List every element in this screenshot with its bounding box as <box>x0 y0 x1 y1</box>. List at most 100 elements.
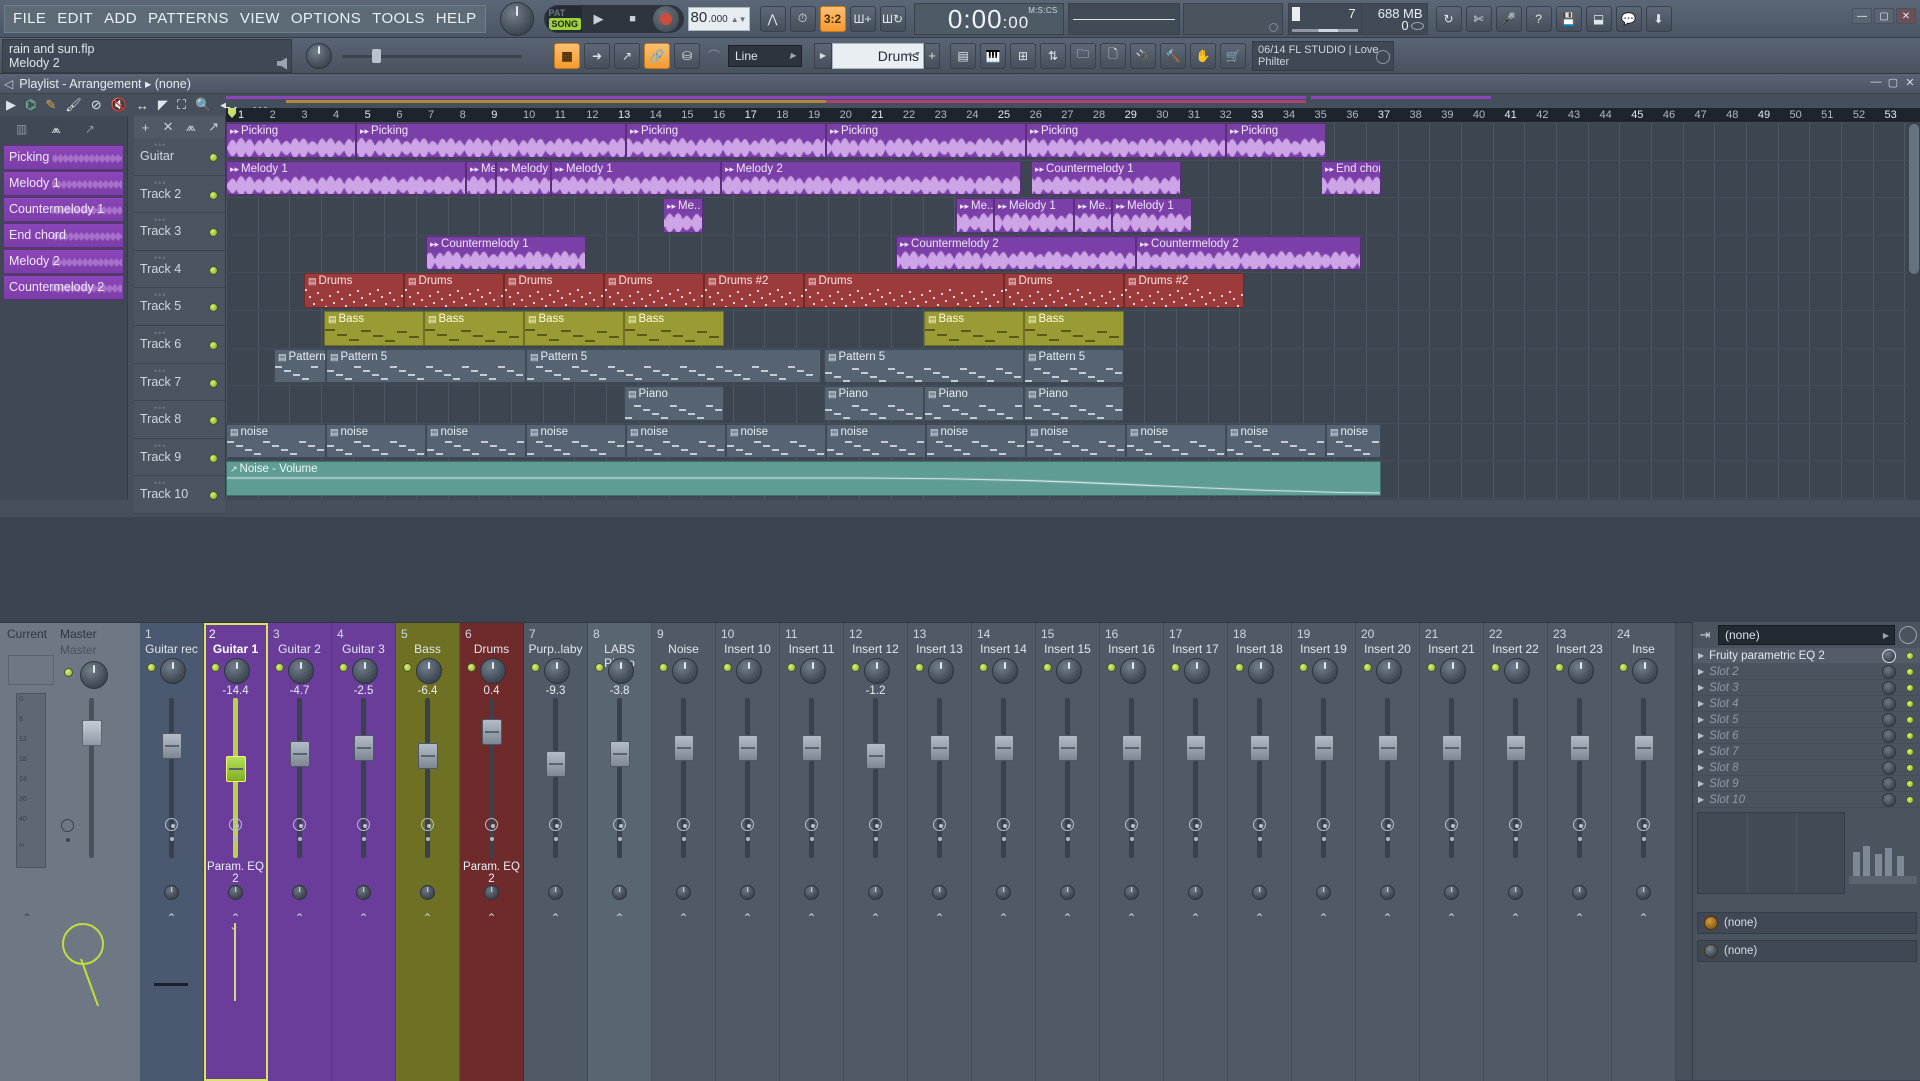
playlist-clip[interactable]: ▤ Bass <box>424 311 524 346</box>
mixer-strip[interactable]: 21 Insert 21 ⌃ <box>1420 623 1484 1081</box>
mixer-solo-dot[interactable] <box>874 837 878 841</box>
mixer-strip-led[interactable] <box>1171 663 1180 672</box>
playlist-clip[interactable]: ▤ noise <box>226 423 326 459</box>
mixer-send-knob[interactable] <box>804 885 819 900</box>
mixer-record-arm[interactable] <box>1061 818 1074 831</box>
menu-item-file[interactable]: FILE <box>13 10 46 27</box>
automation-icon[interactable]: ↗ <box>85 122 95 136</box>
mixer-volume-fader[interactable] <box>1378 735 1398 761</box>
metronome-icon[interactable]: ⋀ <box>759 5 786 32</box>
playlist-clip[interactable]: ▤ noise <box>926 423 1026 459</box>
microphone-icon[interactable]: 🎤 <box>1495 5 1522 32</box>
menu-item-patterns[interactable]: PATTERNS <box>148 10 229 27</box>
step-sequencer-icon[interactable]: ▦ <box>554 42 580 69</box>
fx-slot[interactable]: ▶ Slot 9 <box>1693 776 1920 792</box>
mixer-route-arrow[interactable]: ⌃ <box>652 911 715 925</box>
playlist-clip[interactable]: ▤ Drums #2 <box>1124 273 1244 308</box>
playlist-menu-icon[interactable]: ◁ <box>4 77 13 91</box>
playlist-clip[interactable]: ▤ noise <box>426 423 526 459</box>
mixer-strip[interactable]: 22 Insert 22 ⌃ <box>1484 623 1548 1081</box>
mixer-volume-fader[interactable] <box>1506 735 1526 761</box>
track-enable-led[interactable] <box>209 340 218 350</box>
mixer-strip[interactable]: 10 Insert 10 ⌃ <box>716 623 780 1081</box>
remove-track-button[interactable]: ✕ <box>157 116 180 138</box>
playlist-clip[interactable]: ▸▸Melody 1 <box>551 160 721 196</box>
mixer-volume-fader[interactable] <box>1570 735 1590 761</box>
time-display[interactable]: M:S:CS 0:00:00 <box>913 2 1064 35</box>
pattern-song-toggle[interactable]: PAT SONG <box>545 5 582 32</box>
playlist-clip[interactable]: ↗ Noise - Volume <box>226 461 1381 496</box>
playlist-clip[interactable]: ▸▸Me.. <box>663 198 703 233</box>
mixer-route-arrow[interactable]: ⌃ <box>332 911 395 925</box>
record-button[interactable] <box>652 5 679 32</box>
mixer-route-arrow[interactable]: ⌃ <box>1356 911 1419 925</box>
playlist-clip[interactable]: ▤ Pattern 5 <box>824 348 1024 384</box>
mixer-volume-fader[interactable] <box>738 735 758 761</box>
mixer-strip-led[interactable] <box>1107 663 1116 672</box>
mixer-solo-dot[interactable] <box>170 837 174 841</box>
mixer-volume-fader[interactable] <box>226 756 246 782</box>
mixer-strip-led[interactable] <box>979 663 988 672</box>
fx-slot[interactable]: ▶ Slot 7 <box>1693 744 1920 760</box>
mixer-volume-fader[interactable] <box>418 743 438 769</box>
mixer-volume-fader[interactable] <box>1186 735 1206 761</box>
mixer-record-arm[interactable] <box>1637 818 1650 831</box>
clock-icon[interactable] <box>1899 626 1917 644</box>
draw-tool-icon[interactable]: ➜ <box>584 42 610 69</box>
mixer-route-arrow[interactable]: ⌃ <box>1164 911 1227 925</box>
playlist-clip[interactable]: ▸▸ Countermelody 2 <box>896 235 1136 271</box>
mixer-solo-dot[interactable] <box>362 837 366 841</box>
mixer-solo-dot[interactable] <box>746 837 750 841</box>
mixer-strip-led[interactable] <box>467 663 476 672</box>
mixer-pan-knob[interactable] <box>544 658 570 684</box>
playlist-maximize[interactable]: ▢ <box>1886 76 1900 89</box>
download-icon[interactable]: ⬇ <box>1645 5 1672 32</box>
mixer-solo-dot[interactable] <box>1386 837 1390 841</box>
track-enable-led[interactable] <box>209 228 218 238</box>
hint-level-slider[interactable] <box>342 48 522 63</box>
playlist-clip[interactable]: ▤ Bass <box>524 311 624 346</box>
playlist-clip[interactable]: ▸▸Me.. <box>466 160 496 196</box>
headphones-icon[interactable]: ⌬ <box>25 97 36 113</box>
mixer-pan-knob[interactable] <box>992 658 1018 684</box>
mixer-strip[interactable]: 20 Insert 20 ⌃ <box>1356 623 1420 1081</box>
mixer-strip-led[interactable] <box>1043 663 1052 672</box>
playlist-clip[interactable]: ▤ Drums <box>804 273 1004 308</box>
overdub-icon[interactable]: Ш+ <box>849 5 876 32</box>
loop-record-icon[interactable]: Ш↻ <box>879 5 906 32</box>
mixer-strip[interactable]: 19 Insert 19 ⌃ <box>1292 623 1356 1081</box>
mixer-pan-knob[interactable] <box>864 658 890 684</box>
mixer-send-knob[interactable] <box>420 885 435 900</box>
mixer-route-arrow[interactable]: ⌃ <box>844 911 907 925</box>
save-icon[interactable]: 💾 <box>1555 5 1582 32</box>
close-button[interactable]: ✕ <box>1896 8 1916 24</box>
fx-slot[interactable]: ▶ Slot 10 <box>1693 792 1920 808</box>
playlist-track-header[interactable]: ••• Track 3 <box>134 213 225 251</box>
playlist-clip[interactable]: ▤ Drums <box>1004 273 1124 308</box>
mixer-route-arrow[interactable]: ⌃ <box>1228 911 1291 925</box>
mixer-solo-dot[interactable] <box>1450 837 1454 841</box>
fx-slot-led[interactable] <box>1906 652 1914 660</box>
fx-slot-led[interactable] <box>1906 668 1914 676</box>
mixer-record-arm[interactable] <box>357 818 370 831</box>
master-pitch-knob[interactable] <box>499 1 534 36</box>
mixer-pan-knob[interactable] <box>1632 658 1658 684</box>
playlist-clip[interactable]: ▤ Pattern 5 <box>1024 348 1124 384</box>
pattern-spinner-icon[interactable]: ▲▼ <box>907 51 921 58</box>
playlist-minimize[interactable]: — <box>1869 76 1883 89</box>
cut-tool-icon[interactable]: ✄ <box>1465 5 1492 32</box>
mixer-route-arrow[interactable]: ⌃ <box>908 911 971 925</box>
mixer-route-arrow[interactable]: ⌃ <box>972 911 1035 925</box>
fx-slot[interactable]: ▶ Slot 6 <box>1693 728 1920 744</box>
playlist-track-header[interactable]: ••• Guitar <box>134 138 225 176</box>
mixer-icon[interactable]: ⇅ <box>1040 42 1066 69</box>
mixer-volume-fader[interactable] <box>1442 735 1462 761</box>
mixer-route-arrow[interactable]: ⌃ <box>396 911 459 925</box>
mixer-route-arrow[interactable]: ⌃ <box>780 911 843 925</box>
mixer-route-arrow[interactable]: ⌃ <box>1036 911 1099 925</box>
maximize-button[interactable]: ▢ <box>1874 8 1894 24</box>
playlist-clip[interactable]: ▸▸Melody 1 <box>226 160 466 196</box>
mixer-solo-dot[interactable] <box>426 837 430 841</box>
send-a-knob[interactable] <box>1704 916 1718 930</box>
mixer-pan-knob[interactable] <box>480 658 506 684</box>
